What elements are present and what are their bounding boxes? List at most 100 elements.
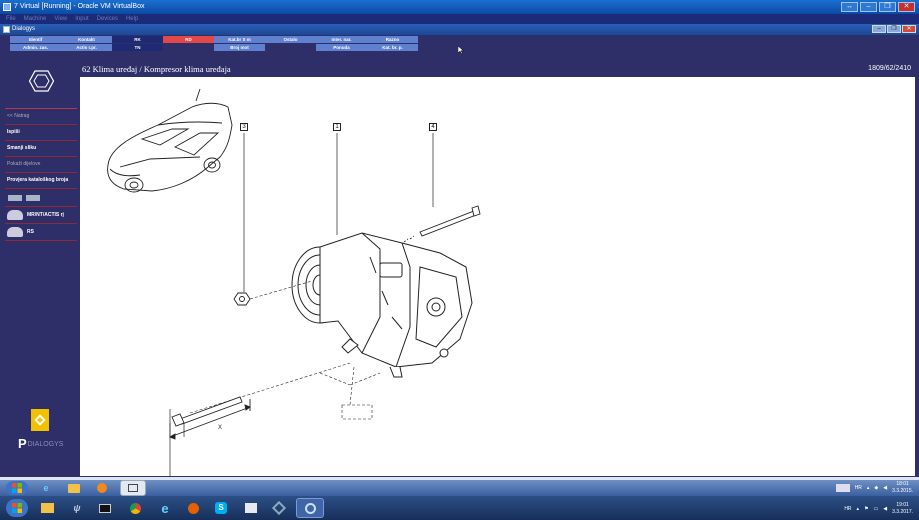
menu-devices[interactable]: Devices bbox=[97, 14, 118, 24]
dialogys-app-icon bbox=[3, 26, 10, 33]
video-player-icon[interactable] bbox=[240, 500, 262, 516]
media-player-icon[interactable] bbox=[92, 481, 112, 495]
host-tray: HR ▴ ⚑ ▭ ◀ 19:01 3.3.2017. bbox=[844, 502, 913, 516]
dialogys-logo: PDIALOGYS bbox=[18, 436, 63, 451]
callout-3[interactable]: 3 bbox=[240, 123, 248, 131]
clock-time: 19:01 bbox=[896, 502, 909, 508]
sidebar: << Natrag Ispiši Smanji sliku Pokaži dij… bbox=[5, 108, 77, 241]
vbox-title-bar: 7 Virtual [Running] - Oracle VM VirtualB… bbox=[0, 0, 919, 14]
app-minimize-icon[interactable]: – bbox=[872, 25, 886, 33]
nav-broj-mot[interactable]: Broj mot bbox=[214, 44, 265, 51]
nav-rd[interactable]: RD bbox=[163, 36, 214, 43]
active-window-icon[interactable] bbox=[296, 498, 324, 518]
flag-icon[interactable]: ⚑ bbox=[864, 506, 868, 512]
vbox-window-controls: ↔ – ❐ ✕ bbox=[841, 2, 915, 12]
print-button[interactable]: Ispiši bbox=[5, 124, 77, 140]
screen: 7 Virtual [Running] - Oracle VM VirtualB… bbox=[0, 0, 919, 520]
vbox-menu-bar: File Machine View Input Devices Help bbox=[0, 14, 919, 24]
chrome-icon[interactable] bbox=[124, 500, 146, 516]
page-header: 62 Klima uređaj / Kompresor klima uređaj… bbox=[80, 62, 919, 78]
clock-time: 18:01 bbox=[896, 481, 909, 487]
host-network-icon[interactable]: ▭ bbox=[874, 506, 879, 512]
app-title: Dialogys bbox=[12, 26, 36, 32]
app-window-controls: – ❐ ✕ bbox=[872, 25, 916, 33]
language-indicator[interactable]: HR bbox=[855, 485, 862, 491]
close-icon[interactable]: ✕ bbox=[898, 2, 915, 12]
folder-icon[interactable] bbox=[64, 481, 84, 495]
nav-rk[interactable]: RK bbox=[112, 36, 163, 43]
parts-diagram[interactable]: X 3 1 4 2 bbox=[80, 77, 915, 488]
dialogys-task-icon[interactable] bbox=[120, 480, 146, 496]
nav-kat-br[interactable]: Kat.br S m bbox=[214, 36, 265, 43]
callout-1[interactable]: 1 bbox=[333, 123, 341, 131]
guest-clock[interactable]: 18:01 3.3.2015. bbox=[892, 481, 913, 495]
firefox-icon[interactable] bbox=[182, 500, 204, 516]
ie-icon[interactable]: e bbox=[36, 481, 56, 495]
resize-icon[interactable]: ↔ bbox=[841, 2, 858, 12]
nav-tn[interactable]: TN bbox=[112, 44, 163, 51]
host-ie-icon[interactable]: e bbox=[154, 500, 176, 516]
terminal-icon[interactable] bbox=[94, 500, 116, 516]
exploded-view-drawing: X bbox=[107, 88, 481, 476]
nav-row-1: Identif Kontakt RK RD Kat.br S m Ostalo … bbox=[10, 36, 530, 43]
dimension-label: X bbox=[218, 425, 222, 431]
menu-help[interactable]: Help bbox=[126, 14, 138, 24]
virtualbox-task-icon[interactable] bbox=[268, 500, 290, 516]
back-button[interactable]: << Natrag bbox=[5, 108, 77, 124]
app-close-icon[interactable]: ✕ bbox=[902, 25, 916, 33]
skype-icon[interactable]: S bbox=[210, 500, 232, 516]
minimize-icon[interactable]: – bbox=[860, 2, 877, 12]
notes-icon[interactable] bbox=[835, 484, 850, 492]
menu-view[interactable]: View bbox=[54, 14, 67, 24]
long-bolt-part bbox=[403, 205, 481, 243]
volume-icon[interactable]: ◀ bbox=[883, 485, 887, 491]
nav-row-2: Admin. zas. Actis r.pr. TN Broj mot Ponu… bbox=[10, 44, 530, 51]
nav-inter-nar[interactable]: Inter. nar. bbox=[316, 36, 367, 43]
menu-file[interactable]: File bbox=[6, 14, 16, 24]
nav-kat-br-p[interactable]: Kat. br. p. bbox=[367, 44, 418, 51]
maximize-icon[interactable]: ❐ bbox=[879, 2, 896, 12]
callout-4[interactable]: 4 bbox=[429, 123, 437, 131]
profile-mr-nt-actis[interactable]: MR/NT/ACTIS rj bbox=[5, 206, 77, 223]
menu-machine[interactable]: Machine bbox=[24, 14, 47, 24]
nav-actis-rpr[interactable]: Actis r.pr. bbox=[61, 44, 112, 51]
guest-tray: HR ▴ ◆ ◀ 18:01 3.3.2015. bbox=[835, 481, 913, 495]
short-bolt-part bbox=[168, 396, 251, 440]
host-folder-icon[interactable] bbox=[36, 500, 58, 516]
menu-input[interactable]: Input bbox=[75, 14, 88, 24]
chevron-up-icon[interactable]: ▴ bbox=[867, 485, 870, 491]
host-start-button[interactable] bbox=[6, 499, 28, 517]
vehicle-illustration bbox=[107, 88, 233, 193]
compressor-body bbox=[291, 232, 473, 378]
network-icon[interactable]: ◆ bbox=[874, 485, 878, 491]
host-chevron-up-icon[interactable]: ▴ bbox=[857, 506, 860, 512]
start-button[interactable] bbox=[6, 481, 28, 495]
nav-kontakt[interactable]: Kontakt bbox=[61, 36, 112, 43]
nav-identif[interactable]: Identif bbox=[10, 36, 61, 43]
clock-date: 3.3.2015. bbox=[892, 488, 913, 494]
catalog-number-check-button[interactable]: Provjera kataloškog broja bbox=[5, 172, 77, 188]
host-language-indicator[interactable]: HR bbox=[844, 506, 851, 512]
show-parts-button[interactable]: Pokaži dijelove bbox=[5, 156, 77, 172]
profile-rs[interactable]: RS bbox=[5, 223, 77, 240]
app-maximize-icon[interactable]: ❐ bbox=[887, 25, 901, 33]
view-toggle-group bbox=[5, 188, 77, 206]
renault-logo bbox=[31, 409, 49, 431]
nut-part bbox=[233, 292, 251, 306]
gauge-icon bbox=[7, 227, 23, 237]
virtualbox-icon bbox=[3, 3, 11, 11]
profile-label: RS bbox=[27, 229, 34, 235]
pen-icon[interactable]: ψ bbox=[66, 500, 88, 516]
view-grid-icon[interactable] bbox=[8, 195, 22, 201]
view-list-icon[interactable] bbox=[26, 195, 40, 201]
clock-date: 3.3.2017. bbox=[892, 509, 913, 515]
host-clock[interactable]: 19:01 3.3.2017. bbox=[892, 502, 913, 516]
nav-ostalo[interactable]: Ostalo bbox=[265, 36, 316, 43]
nav-ponuda[interactable]: Ponuda bbox=[316, 44, 367, 51]
shrink-image-button[interactable]: Smanji sliku bbox=[5, 140, 77, 156]
nav-empty-2 bbox=[265, 44, 316, 51]
nav-razno[interactable]: Razno bbox=[367, 36, 418, 43]
hexagon-nut-icon[interactable] bbox=[29, 70, 54, 92]
nav-admin-zas[interactable]: Admin. zas. bbox=[10, 44, 61, 51]
host-volume-icon[interactable]: ◀ bbox=[883, 506, 887, 512]
